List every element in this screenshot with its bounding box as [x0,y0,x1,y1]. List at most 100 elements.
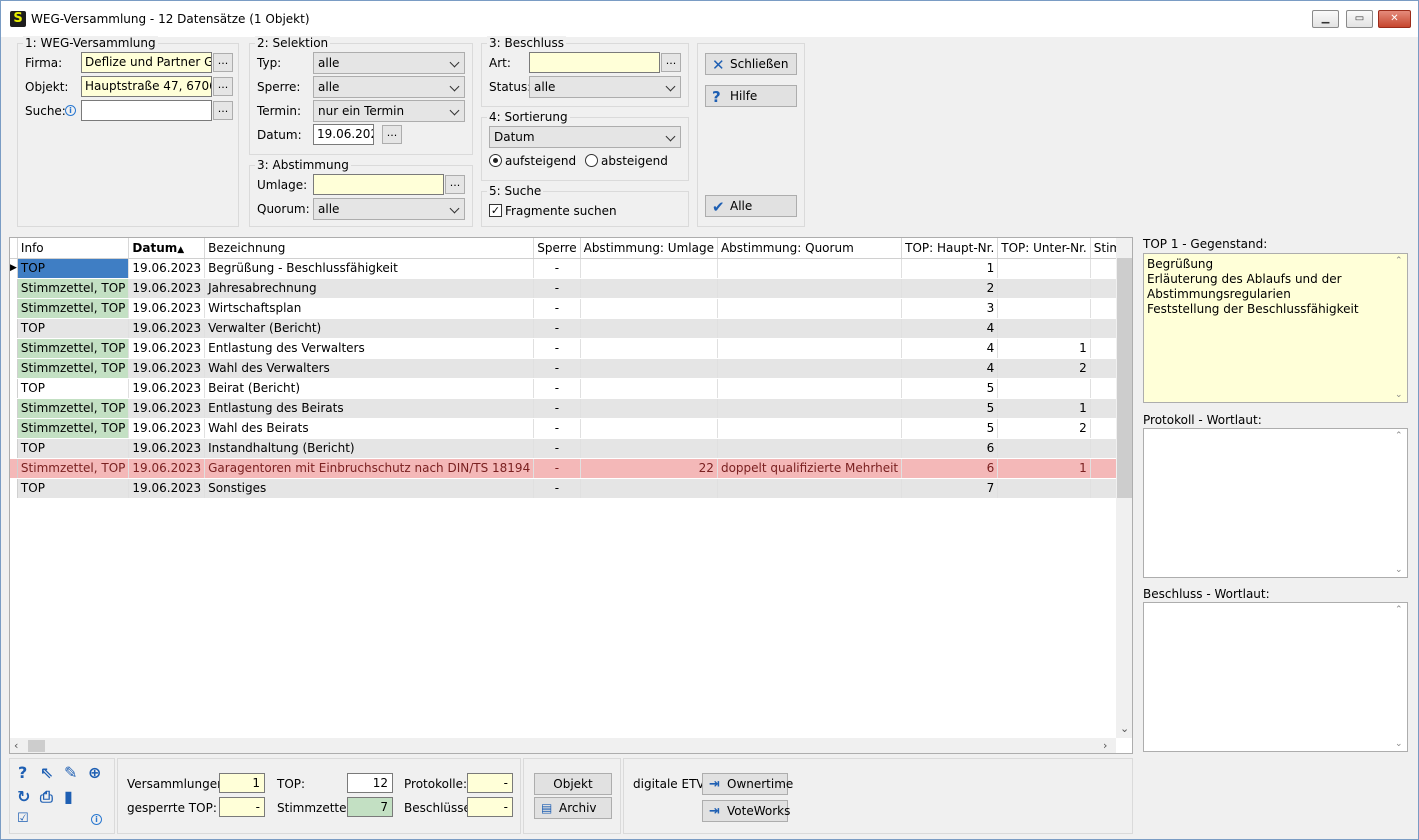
row-indicator[interactable] [10,378,18,399]
cell-info[interactable]: Stimmzettel, TOP [17,298,130,319]
cell-bezeichnung[interactable]: Jahresabrechnung [204,278,535,299]
cell-unter-nr[interactable] [997,478,1091,499]
hilfe-button[interactable]: ? Hilfe [705,85,797,107]
cell-info[interactable]: Stimmzettel, TOP [17,458,130,479]
table-row[interactable]: TOP19.06.2023Verwalter (Bericht)-4- [10,318,1132,339]
cell-haupt-nr[interactable]: 2 [901,278,999,299]
close-window-button[interactable]: ✕ [1378,10,1411,28]
cell-info[interactable]: TOP [17,318,130,339]
suche-browse-button[interactable]: ... [213,101,233,120]
add-icon[interactable]: ⊕ [88,763,101,782]
table-row[interactable]: Stimmzettel, TOP 19.06.2023 Entlastung des… [10,398,1132,419]
cell-sperre[interactable]: - [533,438,581,459]
protokoll-scrollbar[interactable]: ⌃ ⌄ [1391,429,1407,577]
typ-select[interactable]: alle [313,52,465,74]
cell-bezeichnung[interactable]: Wahl des Beirats [204,418,535,439]
col-header-umlage[interactable]: Abstimmung: Umlage [580,238,718,259]
table-row[interactable]: Stimmzettel, TOP 19.06.2023 Wahl des Verwa… [10,358,1132,379]
cell-haupt-nr[interactable]: 5 [901,398,999,419]
art-browse-button[interactable]: ... [661,53,681,72]
cell-info[interactable]: Stimmzettel, TOP [17,398,130,419]
cell-datum[interactable]: 19.06.2023 [128,418,206,439]
pointer-icon[interactable]: ⇖ [40,763,53,782]
refresh-icon[interactable]: ↻ [17,787,30,806]
gegenstand-scrollbar[interactable]: ⌃ ⌄ [1391,254,1407,402]
scroll-up-icon[interactable]: ⌃ [1395,605,1403,615]
cell-umlage[interactable] [580,318,718,339]
cell-umlage[interactable] [580,378,718,399]
protokoll-memo[interactable]: ⌃ ⌄ [1143,428,1408,578]
sperre-select[interactable]: alle [313,76,465,98]
scroll-down-icon[interactable]: ⌄ [1395,739,1403,749]
beschluss-scrollbar[interactable]: ⌃ ⌄ [1391,603,1407,751]
cell-umlage[interactable] [580,358,718,379]
firma-field[interactable]: Deflize und Partner GmbH [81,52,212,73]
cell-quorum[interactable] [717,398,903,419]
cell-umlage[interactable] [580,258,718,279]
cell-haupt-nr[interactable]: 4 [901,358,999,379]
row-indicator[interactable]: ▶ [10,258,18,279]
cell-umlage[interactable] [580,338,718,359]
cell-datum[interactable]: 19.06.2023 [128,458,206,479]
cell-sperre[interactable]: - [533,478,581,499]
cell-umlage[interactable] [580,298,718,319]
cell-haupt-nr[interactable]: 1 [901,258,999,279]
cell-bezeichnung[interactable]: Entlastung des Beirats [204,398,535,419]
cell-datum[interactable]: 19.06.2023 [128,358,206,379]
table-row[interactable]: Stimmzettel, TOP 19.06.2023 Wahl des Beira… [10,418,1132,439]
cell-datum[interactable]: 19.06.2023 [128,338,206,359]
cell-sperre[interactable]: - [533,278,581,299]
cell-haupt-nr[interactable]: 4 [901,338,999,359]
alle-button[interactable]: ✔ Alle [705,195,797,217]
cell-quorum[interactable] [717,338,903,359]
row-indicator[interactable] [10,418,18,439]
cell-quorum[interactable] [717,298,903,319]
cell-sperre[interactable]: - [533,258,581,279]
cell-bezeichnung[interactable]: Entlastung des Verwalters [204,338,535,359]
cell-sperre[interactable]: - [533,338,581,359]
cell-quorum[interactable] [717,418,903,439]
cell-haupt-nr[interactable]: 4 [901,318,999,339]
cell-quorum[interactable] [717,378,903,399]
cell-unter-nr[interactable] [997,278,1091,299]
objekt-browse-button[interactable]: ... [213,77,233,96]
cell-unter-nr[interactable] [997,258,1091,279]
archiv-button[interactable]: ▤ Archiv [534,797,612,819]
objekt-button[interactable]: Objekt [534,773,612,795]
cell-umlage[interactable] [580,278,718,299]
cell-unter-nr[interactable]: 1 [997,338,1091,359]
col-header-unter-nr[interactable]: TOP: Unter-Nr. [997,238,1091,259]
quorum-select[interactable]: alle [313,198,465,220]
grid-horizontal-scrollbar[interactable]: ‹ › [10,738,1116,753]
cell-sperre[interactable]: - [533,318,581,339]
cell-unter-nr[interactable]: 2 [997,418,1091,439]
firma-browse-button[interactable]: ... [213,53,233,72]
row-indicator[interactable] [10,458,18,479]
info-icon[interactable]: i [65,105,76,116]
cell-umlage[interactable] [580,478,718,499]
cell-haupt-nr[interactable]: 6 [901,458,999,479]
grid-vertical-scrollbar[interactable]: ⌄ [1116,238,1132,738]
objekt-field[interactable]: Hauptstraße 47, 67067 Ludwigshafen [81,76,212,97]
sort-asc-radio[interactable] [489,154,502,167]
col-header-datum[interactable]: Datum▲ [128,238,206,259]
cell-info[interactable]: TOP [17,438,130,459]
cell-bezeichnung[interactable]: Verwalter (Bericht) [204,318,535,339]
col-header-sperre[interactable]: Sperre [533,238,581,259]
cell-quorum[interactable] [717,258,903,279]
cell-unter-nr[interactable] [997,378,1091,399]
cell-umlage[interactable] [580,418,718,439]
datum-field[interactable]: 19.06.2023 [313,124,374,145]
table-row[interactable]: TOP19.06.2023Beirat (Bericht)-5- [10,378,1132,399]
cell-sperre[interactable]: - [533,458,581,479]
cell-unter-nr[interactable]: 1 [997,398,1091,419]
cell-datum[interactable]: 19.06.2023 [128,258,206,279]
sort-desc-radio[interactable] [585,154,598,167]
cell-bezeichnung[interactable]: Garagentoren mit Einbruchschutz nach DIN… [204,458,535,479]
office-icon[interactable]: ▮ [64,787,73,806]
table-row[interactable]: TOP19.06.2023Sonstiges-7- [10,478,1132,499]
cell-info[interactable]: TOP [17,378,130,399]
cell-haupt-nr[interactable]: 3 [901,298,999,319]
maximize-button[interactable]: ▭ [1346,10,1373,28]
scroll-left-icon[interactable]: ‹ [14,739,18,752]
